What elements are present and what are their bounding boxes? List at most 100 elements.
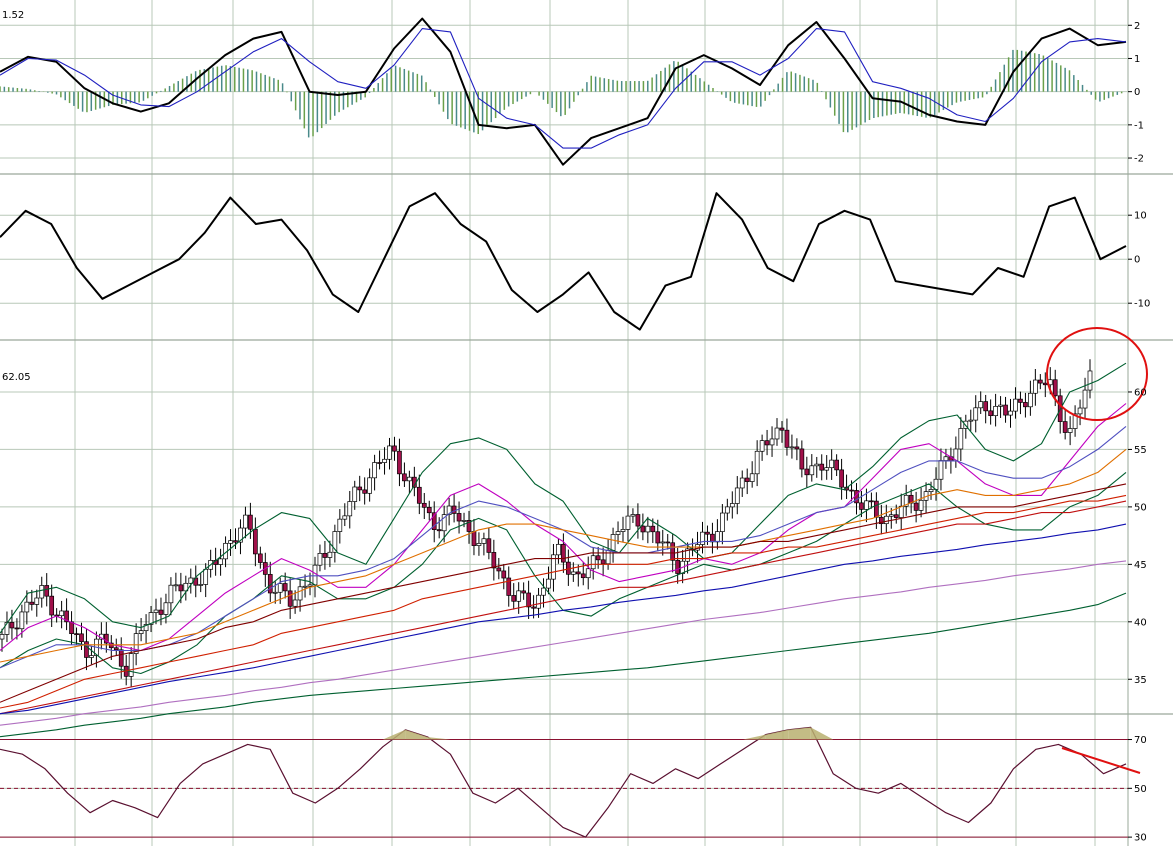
candle-body-24 — [118, 649, 124, 667]
candle-body-34 — [168, 584, 174, 604]
candle-body-91 — [451, 505, 457, 514]
candle-body-121 — [600, 559, 606, 565]
price-series-ema-short — [0, 403, 1127, 652]
candle-body-179 — [888, 514, 894, 517]
candle-body-124 — [615, 531, 621, 535]
candle-body-215 — [1067, 428, 1073, 433]
candle-body-7 — [34, 597, 40, 605]
candle-body-109 — [541, 587, 546, 596]
candle-body-103 — [511, 595, 517, 602]
candle-body-209 — [1037, 379, 1043, 384]
macd-tick-label-0: 2 — [1134, 21, 1140, 32]
candle-body-17 — [84, 641, 89, 658]
candle-body-151 — [749, 473, 755, 482]
stock-chart: 1.52 62.05 2 1 0 -1 -2 10 0 -10 60 55 50 45 40 35 70 50… — [0, 0, 1173, 846]
price-series-ma-250 — [0, 592, 1127, 738]
momentum-tick-label-2: -10 — [1134, 299, 1150, 310]
candle-body-92 — [456, 513, 462, 522]
candle-body-58 — [287, 590, 293, 607]
candle-body-95 — [471, 531, 477, 546]
candle-body-97 — [481, 538, 487, 544]
candle-body-132 — [655, 531, 661, 544]
candle-body-63 — [312, 564, 318, 586]
candle-body-93 — [461, 520, 467, 522]
candle-body-181 — [898, 505, 904, 518]
price-tick-label-1: 55 — [1134, 445, 1147, 456]
price-tick-label-2: 50 — [1134, 502, 1147, 513]
candle-body-164 — [814, 463, 820, 467]
candle-body-51 — [253, 528, 258, 555]
candle-body-108 — [536, 594, 541, 609]
momentum-tick-label-0: 10 — [1134, 211, 1147, 222]
last-price-label: 62.05 — [2, 372, 31, 383]
candle-body-163 — [809, 465, 815, 476]
candle-body-9 — [44, 585, 50, 597]
candle-body-5 — [24, 601, 30, 613]
candle-body-4 — [19, 611, 25, 630]
macd-tick-label-4: -2 — [1134, 154, 1144, 165]
price-tick-label-4: 40 — [1134, 617, 1147, 628]
candle-body-143 — [710, 533, 715, 543]
candle-body-119 — [590, 555, 596, 570]
candle-body-52 — [257, 553, 263, 563]
candle-body-35 — [173, 584, 179, 587]
candle-body-173 — [859, 502, 864, 510]
candle-body-68 — [337, 518, 343, 532]
candle-body-10 — [49, 595, 55, 616]
rsi-tick-label-0: 70 — [1134, 735, 1147, 746]
candle-body-118 — [585, 568, 591, 579]
rsi-overbought-fill-34 — [765, 729, 789, 740]
candle-body-148 — [734, 487, 740, 504]
candle-body-127 — [630, 514, 636, 517]
candle-body-159 — [789, 446, 795, 449]
candle-body-65 — [322, 552, 328, 558]
candle-body-153 — [759, 440, 765, 452]
candle-body-205 — [1018, 398, 1023, 403]
rsi-series-rsi — [0, 726, 1127, 838]
candle-body-71 — [352, 486, 358, 502]
candle-body-82 — [407, 476, 412, 482]
candle-body-176 — [874, 500, 879, 518]
macd-tick-label-1: 1 — [1134, 54, 1140, 65]
momentum-series-oscillator — [0, 192, 1127, 331]
candle-body-61 — [302, 585, 308, 588]
candle-body-202 — [1003, 404, 1008, 416]
candle-body-161 — [799, 448, 805, 470]
candle-body-85 — [421, 502, 427, 508]
rsi-panel — [0, 726, 1141, 838]
price-series-bollinger-lower — [0, 471, 1127, 675]
candle-body-120 — [595, 555, 601, 561]
candle-body-73 — [362, 489, 368, 494]
candle-body-123 — [610, 534, 616, 551]
candle-body-31 — [153, 609, 159, 613]
candle-body-141 — [700, 531, 705, 545]
candle-body-70 — [347, 501, 353, 517]
candle-body-187 — [928, 489, 934, 493]
candle-body-18 — [89, 655, 94, 658]
candle-body-105 — [521, 590, 526, 594]
candle-body-14 — [69, 621, 74, 635]
candle-body-32 — [158, 609, 164, 615]
candle-body-110 — [546, 578, 551, 589]
price-tick-label-0: 60 — [1134, 387, 1147, 398]
candle-body-207 — [1028, 392, 1033, 408]
macd-tick-label-2: 0 — [1134, 87, 1140, 98]
candle-body-133 — [660, 541, 666, 544]
candle-body-6 — [29, 601, 35, 605]
candle-body-165 — [819, 463, 825, 471]
macd-readout: 1.52 — [2, 10, 24, 21]
candle-body-125 — [620, 529, 626, 532]
candle-body-167 — [829, 459, 835, 469]
candle-body-184 — [913, 502, 919, 511]
candle-body-113 — [561, 543, 566, 563]
candle-body-44 — [218, 558, 223, 565]
candle-body-168 — [834, 459, 839, 471]
macd-tick-label-3: -1 — [1134, 120, 1144, 131]
candle-body-212 — [1052, 379, 1058, 397]
momentum-tick-label-1: 0 — [1134, 255, 1140, 266]
candle-body-8 — [39, 585, 45, 599]
candle-body-190 — [943, 456, 949, 461]
candle-body-126 — [625, 515, 631, 530]
candle-body-12 — [59, 610, 64, 617]
candle-body-218 — [1082, 389, 1088, 409]
